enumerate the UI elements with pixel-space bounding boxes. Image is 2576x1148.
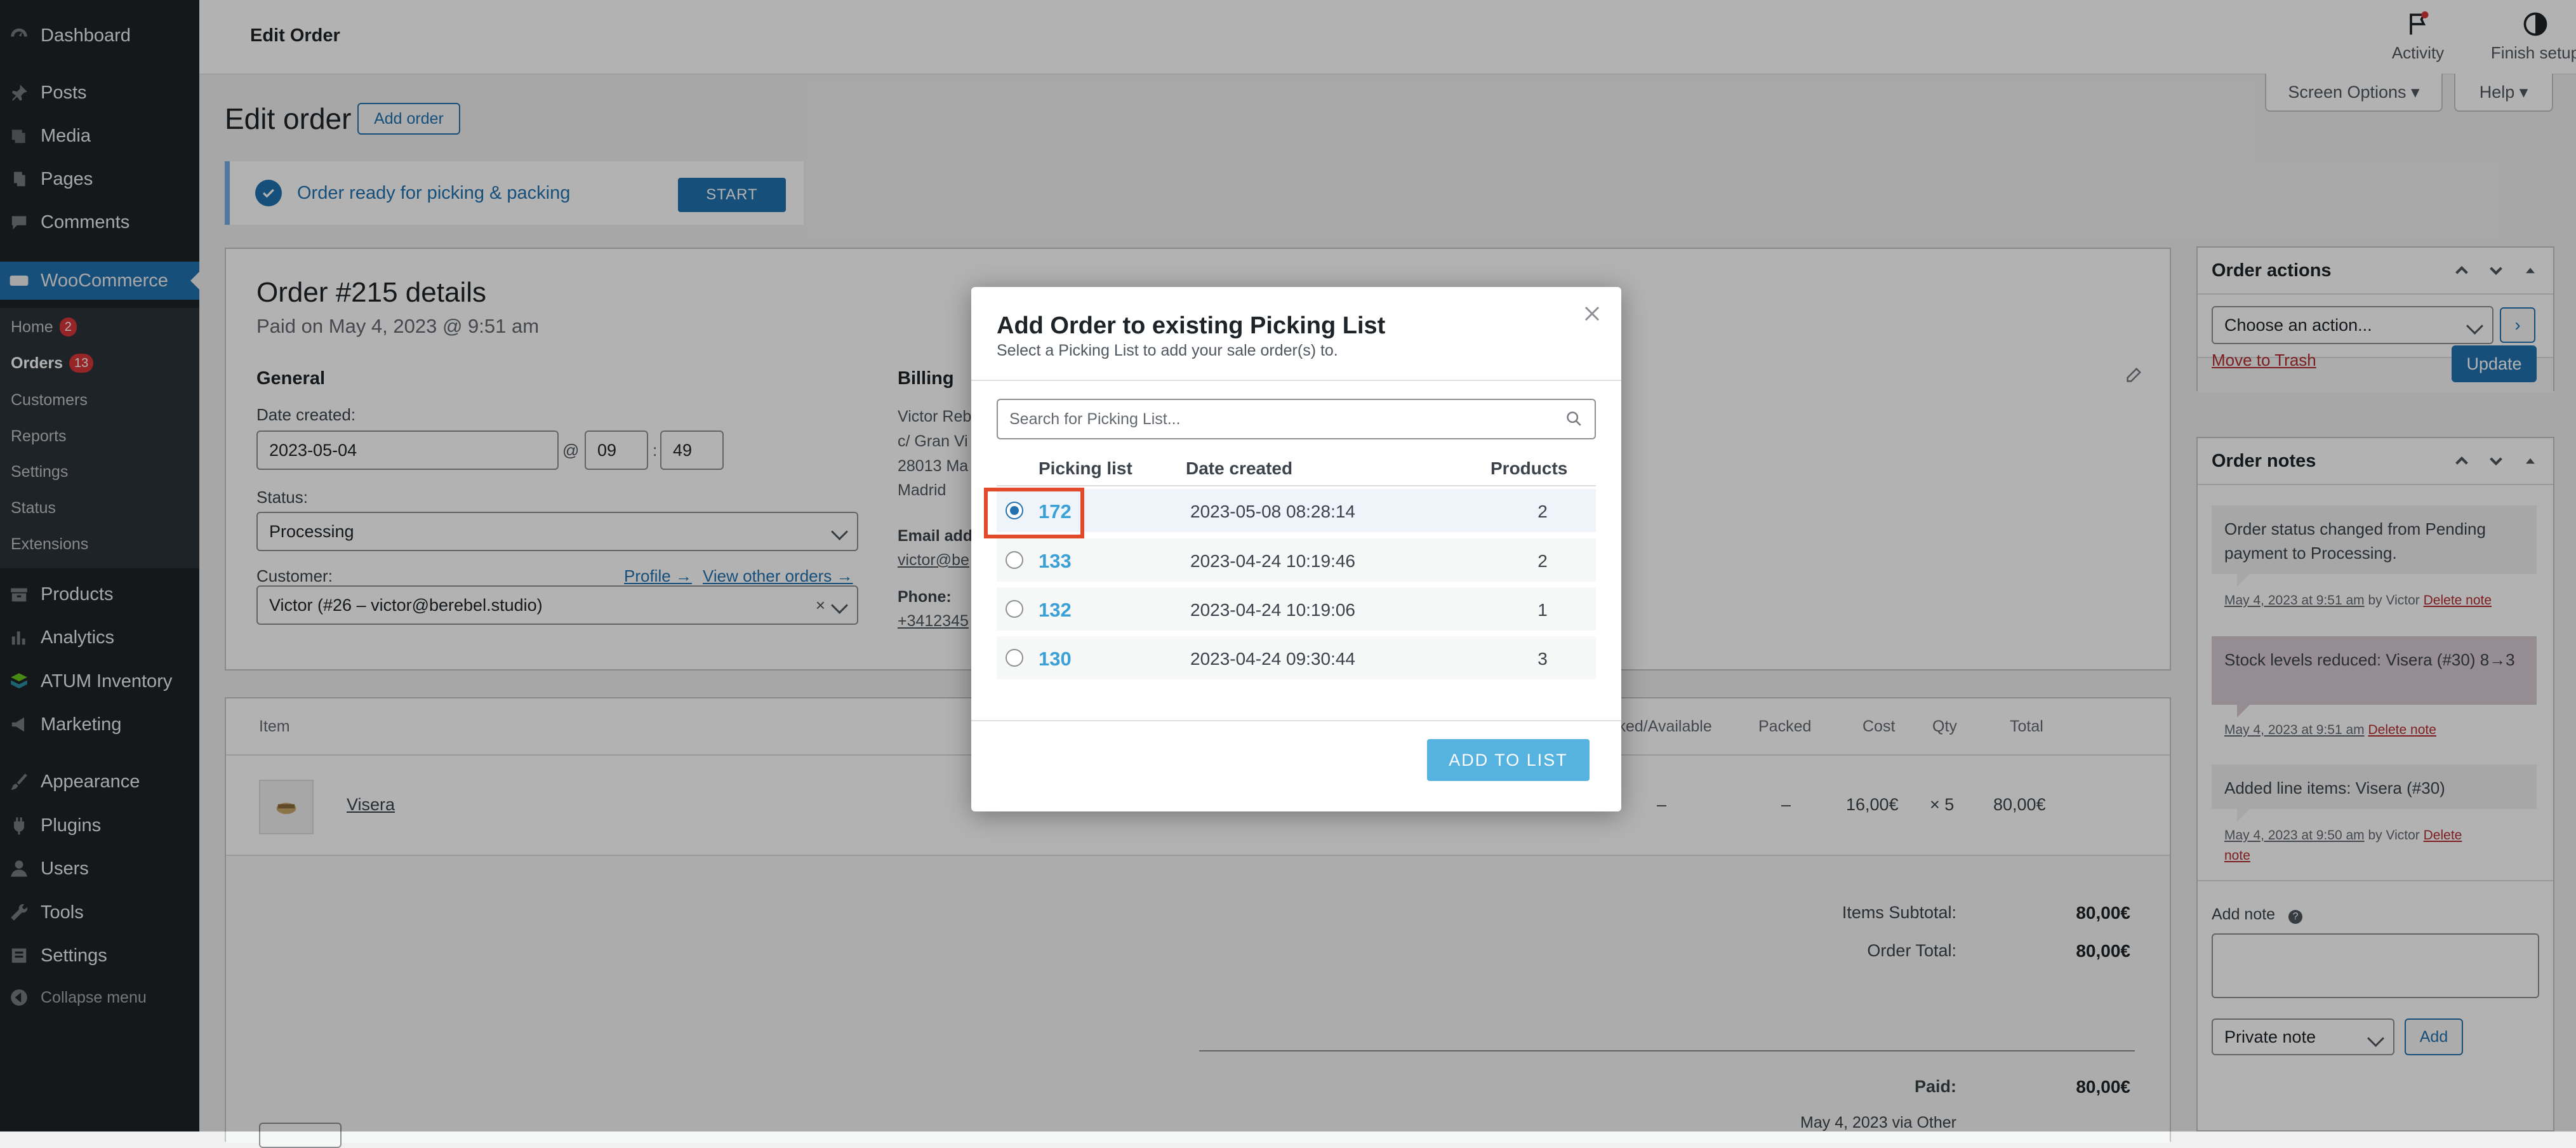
col-date-created: Date created bbox=[1186, 458, 1293, 478]
picking-list-id[interactable]: 130 bbox=[1039, 648, 1072, 671]
picking-list-search-input[interactable]: Search for Picking List... bbox=[997, 399, 1596, 439]
picking-list-date: 2023-04-24 10:19:06 bbox=[1190, 600, 1355, 620]
picking-list-modal: Add Order to existing Picking List Selec… bbox=[971, 287, 1621, 811]
selection-highlight bbox=[984, 488, 1084, 538]
picking-list-date: 2023-04-24 10:19:46 bbox=[1190, 551, 1355, 571]
picking-list-products: 3 bbox=[1537, 649, 1548, 669]
divider bbox=[971, 380, 1621, 381]
col-products: Products bbox=[1490, 458, 1568, 478]
picking-list-products: 1 bbox=[1537, 600, 1548, 620]
modal-subtitle: Select a Picking List to add your sale o… bbox=[997, 342, 1338, 359]
search-icon bbox=[1567, 411, 1581, 426]
picking-list-products: 2 bbox=[1537, 502, 1548, 521]
col-picking-list: Picking list bbox=[1039, 458, 1132, 478]
picking-list-row[interactable]: 130 2023-04-24 09:30:44 3 bbox=[997, 636, 1596, 679]
radio-button[interactable] bbox=[1006, 600, 1023, 618]
picking-list-row[interactable]: 172 2023-05-08 08:28:14 2 bbox=[997, 489, 1596, 532]
close-icon[interactable] bbox=[1578, 300, 1606, 328]
picking-list-row[interactable]: 133 2023-04-24 10:19:46 2 bbox=[997, 538, 1596, 582]
picking-list-id[interactable]: 132 bbox=[1039, 599, 1072, 622]
picking-list-date: 2023-04-24 09:30:44 bbox=[1190, 649, 1355, 669]
picking-list-date: 2023-05-08 08:28:14 bbox=[1190, 502, 1355, 521]
modal-title: Add Order to existing Picking List bbox=[997, 312, 1386, 339]
divider bbox=[997, 485, 1596, 486]
radio-button[interactable] bbox=[1006, 649, 1023, 667]
picking-list-row[interactable]: 132 2023-04-24 10:19:06 1 bbox=[997, 587, 1596, 631]
picking-list-id[interactable]: 133 bbox=[1039, 550, 1072, 573]
radio-button[interactable] bbox=[1006, 551, 1023, 569]
add-to-list-button[interactable]: ADD TO LIST bbox=[1427, 739, 1590, 781]
divider bbox=[971, 720, 1621, 721]
picking-list-products: 2 bbox=[1537, 551, 1548, 571]
